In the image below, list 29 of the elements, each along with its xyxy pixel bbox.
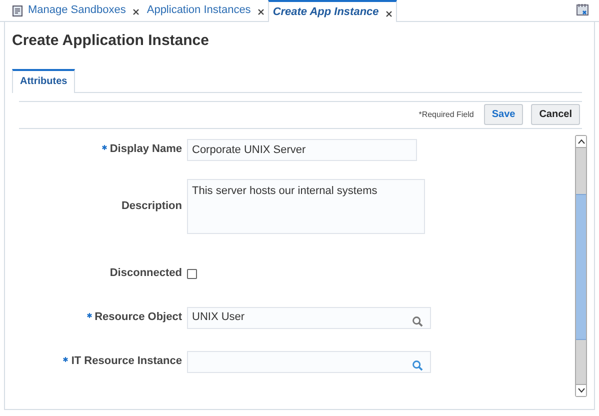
- close-window-icon[interactable]: [576, 3, 589, 16]
- required-field-note: *Required Field: [418, 108, 474, 120]
- document-tab[interactable]: Manage Sandboxes: [8, 0, 143, 21]
- display-name-field[interactable]: Corporate UNIX Server: [187, 138, 417, 160]
- scrollbar[interactable]: [575, 134, 587, 396]
- field-label: Display Name: [110, 142, 182, 158]
- lookup-field[interactable]: [187, 350, 431, 372]
- lookup-field[interactable]: UNIX User: [187, 306, 431, 328]
- close-icon[interactable]: [386, 10, 392, 16]
- close-icon[interactable]: [132, 9, 139, 15]
- scroll-down-icon[interactable]: [578, 388, 584, 392]
- field-label: Resource Object: [94, 310, 182, 326]
- page-title: Create Application Instance: [12, 31, 210, 51]
- description-field[interactable]: This server hosts our internal systems: [187, 179, 425, 234]
- checkbox[interactable]: [187, 268, 197, 278]
- cancel-button[interactable]: Cancel: [531, 104, 580, 125]
- search-icon[interactable]: [412, 316, 423, 326]
- scroll-up-icon[interactable]: [578, 138, 584, 144]
- document-tab[interactable]: Create App Instance: [268, 0, 397, 22]
- field-label: Disconnected: [110, 266, 182, 282]
- field-label: IT Resource Instance: [71, 354, 182, 370]
- save-button[interactable]: Save: [484, 104, 524, 125]
- scrollbar-thumb[interactable]: [576, 194, 586, 340]
- document-tab[interactable]: Application Instances: [142, 0, 268, 21]
- close-icon[interactable]: [258, 9, 264, 15]
- section-tab[interactable]: Attributes: [12, 68, 76, 92]
- search-icon[interactable]: [412, 360, 423, 370]
- field-label: Description: [121, 199, 182, 214]
- field-value: UNIX User: [192, 310, 245, 326]
